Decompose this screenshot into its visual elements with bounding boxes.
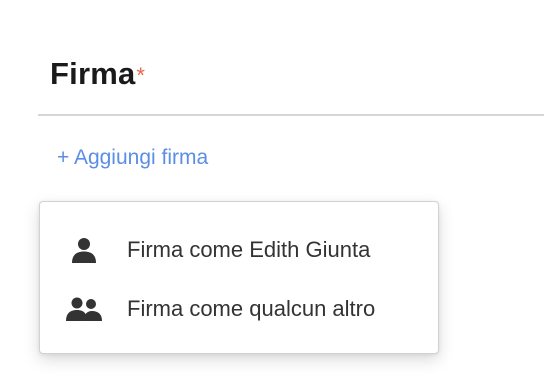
menu-item-sign-as-self[interactable]: Firma come Edith Giunta bbox=[40, 221, 438, 279]
menu-item-sign-as-other[interactable]: Firma come qualcun altro bbox=[40, 280, 438, 338]
signature-section: Firma* + Aggiungi firma Firma come Edith… bbox=[0, 0, 544, 378]
menu-item-label: Firma come Edith Giunta bbox=[127, 237, 371, 262]
menu-item-label: Firma come qualcun altro bbox=[127, 296, 376, 321]
user-icon bbox=[62, 235, 106, 265]
add-signature-link[interactable]: + Aggiungi firma bbox=[57, 144, 208, 172]
section-title-text: Firma bbox=[50, 56, 136, 91]
signature-options-dropdown: Firma come Edith Giunta Firma come qualc… bbox=[39, 201, 439, 354]
users-icon bbox=[62, 294, 106, 324]
required-marker: * bbox=[136, 63, 146, 88]
section-divider bbox=[38, 114, 544, 116]
section-title: Firma* bbox=[50, 52, 145, 96]
